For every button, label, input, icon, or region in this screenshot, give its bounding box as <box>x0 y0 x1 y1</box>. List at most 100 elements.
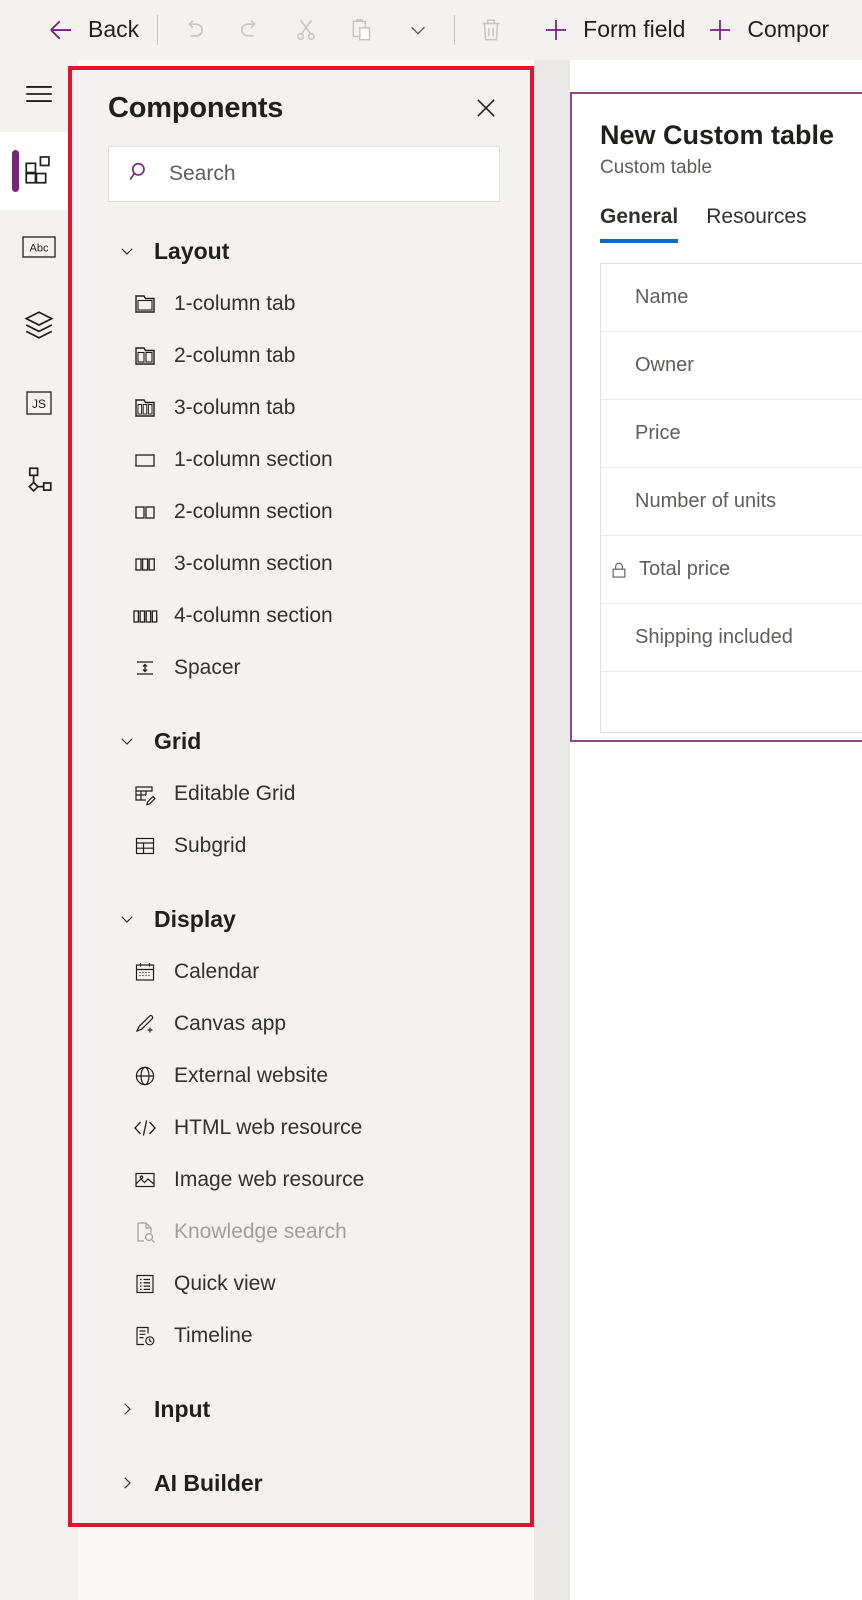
group-header-layout[interactable]: Layout <box>72 224 530 278</box>
back-button[interactable]: Back <box>36 8 149 52</box>
chevron-down-icon <box>118 910 136 928</box>
component-item-quick-view[interactable]: Quick view <box>72 1258 530 1310</box>
undo-icon <box>180 16 208 44</box>
form-field-price[interactable]: Price <box>601 400 862 468</box>
component-item-3-column-tab[interactable]: 3-column tab <box>72 382 530 434</box>
code-icon <box>132 1115 158 1141</box>
editable-grid-icon <box>132 781 158 807</box>
form-preview-card[interactable]: New Custom table Custom table General Re… <box>570 92 862 742</box>
component-button-label: Compor <box>747 16 830 42</box>
rail-item-components[interactable] <box>0 132 78 210</box>
component-item-label: 2-column tab <box>174 344 296 367</box>
component-item-4-column-section[interactable]: 4-column section <box>72 590 530 642</box>
component-item-label: Timeline <box>174 1324 253 1347</box>
form-field-shipping-included[interactable]: Shipping included <box>601 604 862 672</box>
form-field-name[interactable]: Name <box>601 264 862 332</box>
page-title: Components <box>108 92 284 124</box>
knowledge-search-icon <box>132 1219 158 1245</box>
form-field-label: Owner <box>635 354 694 376</box>
search-input[interactable]: Search <box>108 146 500 202</box>
tab-resources[interactable]: Resources <box>706 205 806 243</box>
globe-icon <box>132 1063 158 1089</box>
chevron-down-icon <box>118 242 136 260</box>
component-item-1-column-section[interactable]: 1-column section <box>72 434 530 486</box>
plus-icon <box>541 15 571 45</box>
back-arrow-icon <box>46 15 76 45</box>
paste-button[interactable] <box>334 8 390 52</box>
component-item-1-column-tab[interactable]: 1-column tab <box>72 278 530 330</box>
component-item-calendar[interactable]: Calendar <box>72 946 530 998</box>
one-column-tab-icon <box>132 291 158 317</box>
component-item-html-web-resource[interactable]: HTML web resource <box>72 1102 530 1154</box>
abc-icon: Abc <box>21 234 57 265</box>
spacer-icon <box>132 655 158 681</box>
form-field-button-label: Form field <box>583 16 686 42</box>
group-header-display[interactable]: Display <box>72 892 530 946</box>
group-label: Grid <box>154 727 202 754</box>
redo-icon <box>236 16 264 44</box>
component-item-image-web-resource[interactable]: Image web resource <box>72 1154 530 1206</box>
undo-button[interactable] <box>166 8 222 52</box>
component-item-timeline[interactable]: Timeline <box>72 1310 530 1362</box>
component-item-spacer[interactable]: Spacer <box>72 642 530 694</box>
components-panel-header: Components <box>72 70 530 128</box>
component-item-label: Quick view <box>174 1272 276 1295</box>
three-column-tab-icon <box>132 395 158 421</box>
component-item-label: 3-column tab <box>174 396 296 419</box>
rail-item-table-columns[interactable]: Abc <box>0 210 78 288</box>
rail-item-layers[interactable] <box>0 288 78 366</box>
form-field-number-of-units[interactable]: Number of units <box>601 468 862 536</box>
form-field-label: Number of units <box>635 490 777 512</box>
group-header-input[interactable]: Input <box>72 1382 530 1436</box>
rail-item-javascript[interactable]: JS <box>0 366 78 444</box>
component-item-label: Calendar <box>174 960 260 983</box>
plus-icon-2 <box>705 15 735 45</box>
component-item-label: Editable Grid <box>174 782 296 805</box>
component-item-label: HTML web resource <box>174 1116 363 1139</box>
close-panel-button[interactable] <box>468 92 504 128</box>
one-column-section-icon <box>132 447 158 473</box>
component-button[interactable]: Compor <box>695 8 839 52</box>
subgrid-icon <box>132 833 158 859</box>
form-title: New Custom table <box>600 120 835 150</box>
image-icon <box>132 1167 158 1193</box>
cut-button[interactable] <box>278 8 334 52</box>
rail-item-business-rules[interactable] <box>0 444 78 522</box>
component-item-3-column-section[interactable]: 3-column section <box>72 538 530 590</box>
delete-button[interactable] <box>463 8 519 52</box>
form-field-button[interactable]: Form field <box>531 8 695 52</box>
form-field-total-price[interactable]: Total price <box>601 536 862 604</box>
component-item-knowledge-search[interactable]: Knowledge search <box>72 1206 530 1258</box>
component-item-editable-grid[interactable]: Editable Grid <box>72 768 530 820</box>
component-item-subgrid[interactable]: Subgrid <box>72 820 530 872</box>
svg-text:Abc: Abc <box>30 242 49 254</box>
redo-button[interactable] <box>222 8 278 52</box>
hamburger-menu-button[interactable] <box>0 60 78 132</box>
component-item-label: Canvas app <box>174 1012 287 1035</box>
component-item-label: Spacer <box>174 656 241 679</box>
components-list: Layout 1-column tab 2-column tab 3-colum… <box>72 202 530 1523</box>
group-spacer-2 <box>72 872 530 892</box>
chevron-down-icon <box>407 19 429 41</box>
component-item-label: 1-column section <box>174 448 333 471</box>
form-field-owner[interactable]: Owner <box>601 332 862 400</box>
paste-more-button[interactable] <box>390 8 446 52</box>
tab-general[interactable]: General <box>600 205 679 243</box>
group-spacer-3 <box>72 1362 530 1382</box>
component-item-2-column-section[interactable]: 2-column section <box>72 486 530 538</box>
lock-icon <box>609 560 629 580</box>
component-item-label: 2-column section <box>174 500 333 523</box>
component-item-label: 4-column section <box>174 604 333 627</box>
trash-icon <box>478 17 504 43</box>
canvas-app-icon <box>132 1011 158 1037</box>
command-bar: Back Form field Compor <box>0 0 862 60</box>
component-item-2-column-tab[interactable]: 2-column tab <box>72 330 530 382</box>
svg-text:JS: JS <box>32 397 46 411</box>
group-header-grid[interactable]: Grid <box>72 714 530 768</box>
components-panel: Components Search Layout 1-column tab 2-… <box>72 70 530 1523</box>
component-item-external-website[interactable]: External website <box>72 1050 530 1102</box>
component-item-canvas-app[interactable]: Canvas app <box>72 998 530 1050</box>
form-field-label: Shipping included <box>635 626 793 648</box>
group-header-ai-builder[interactable]: AI Builder <box>72 1456 530 1510</box>
